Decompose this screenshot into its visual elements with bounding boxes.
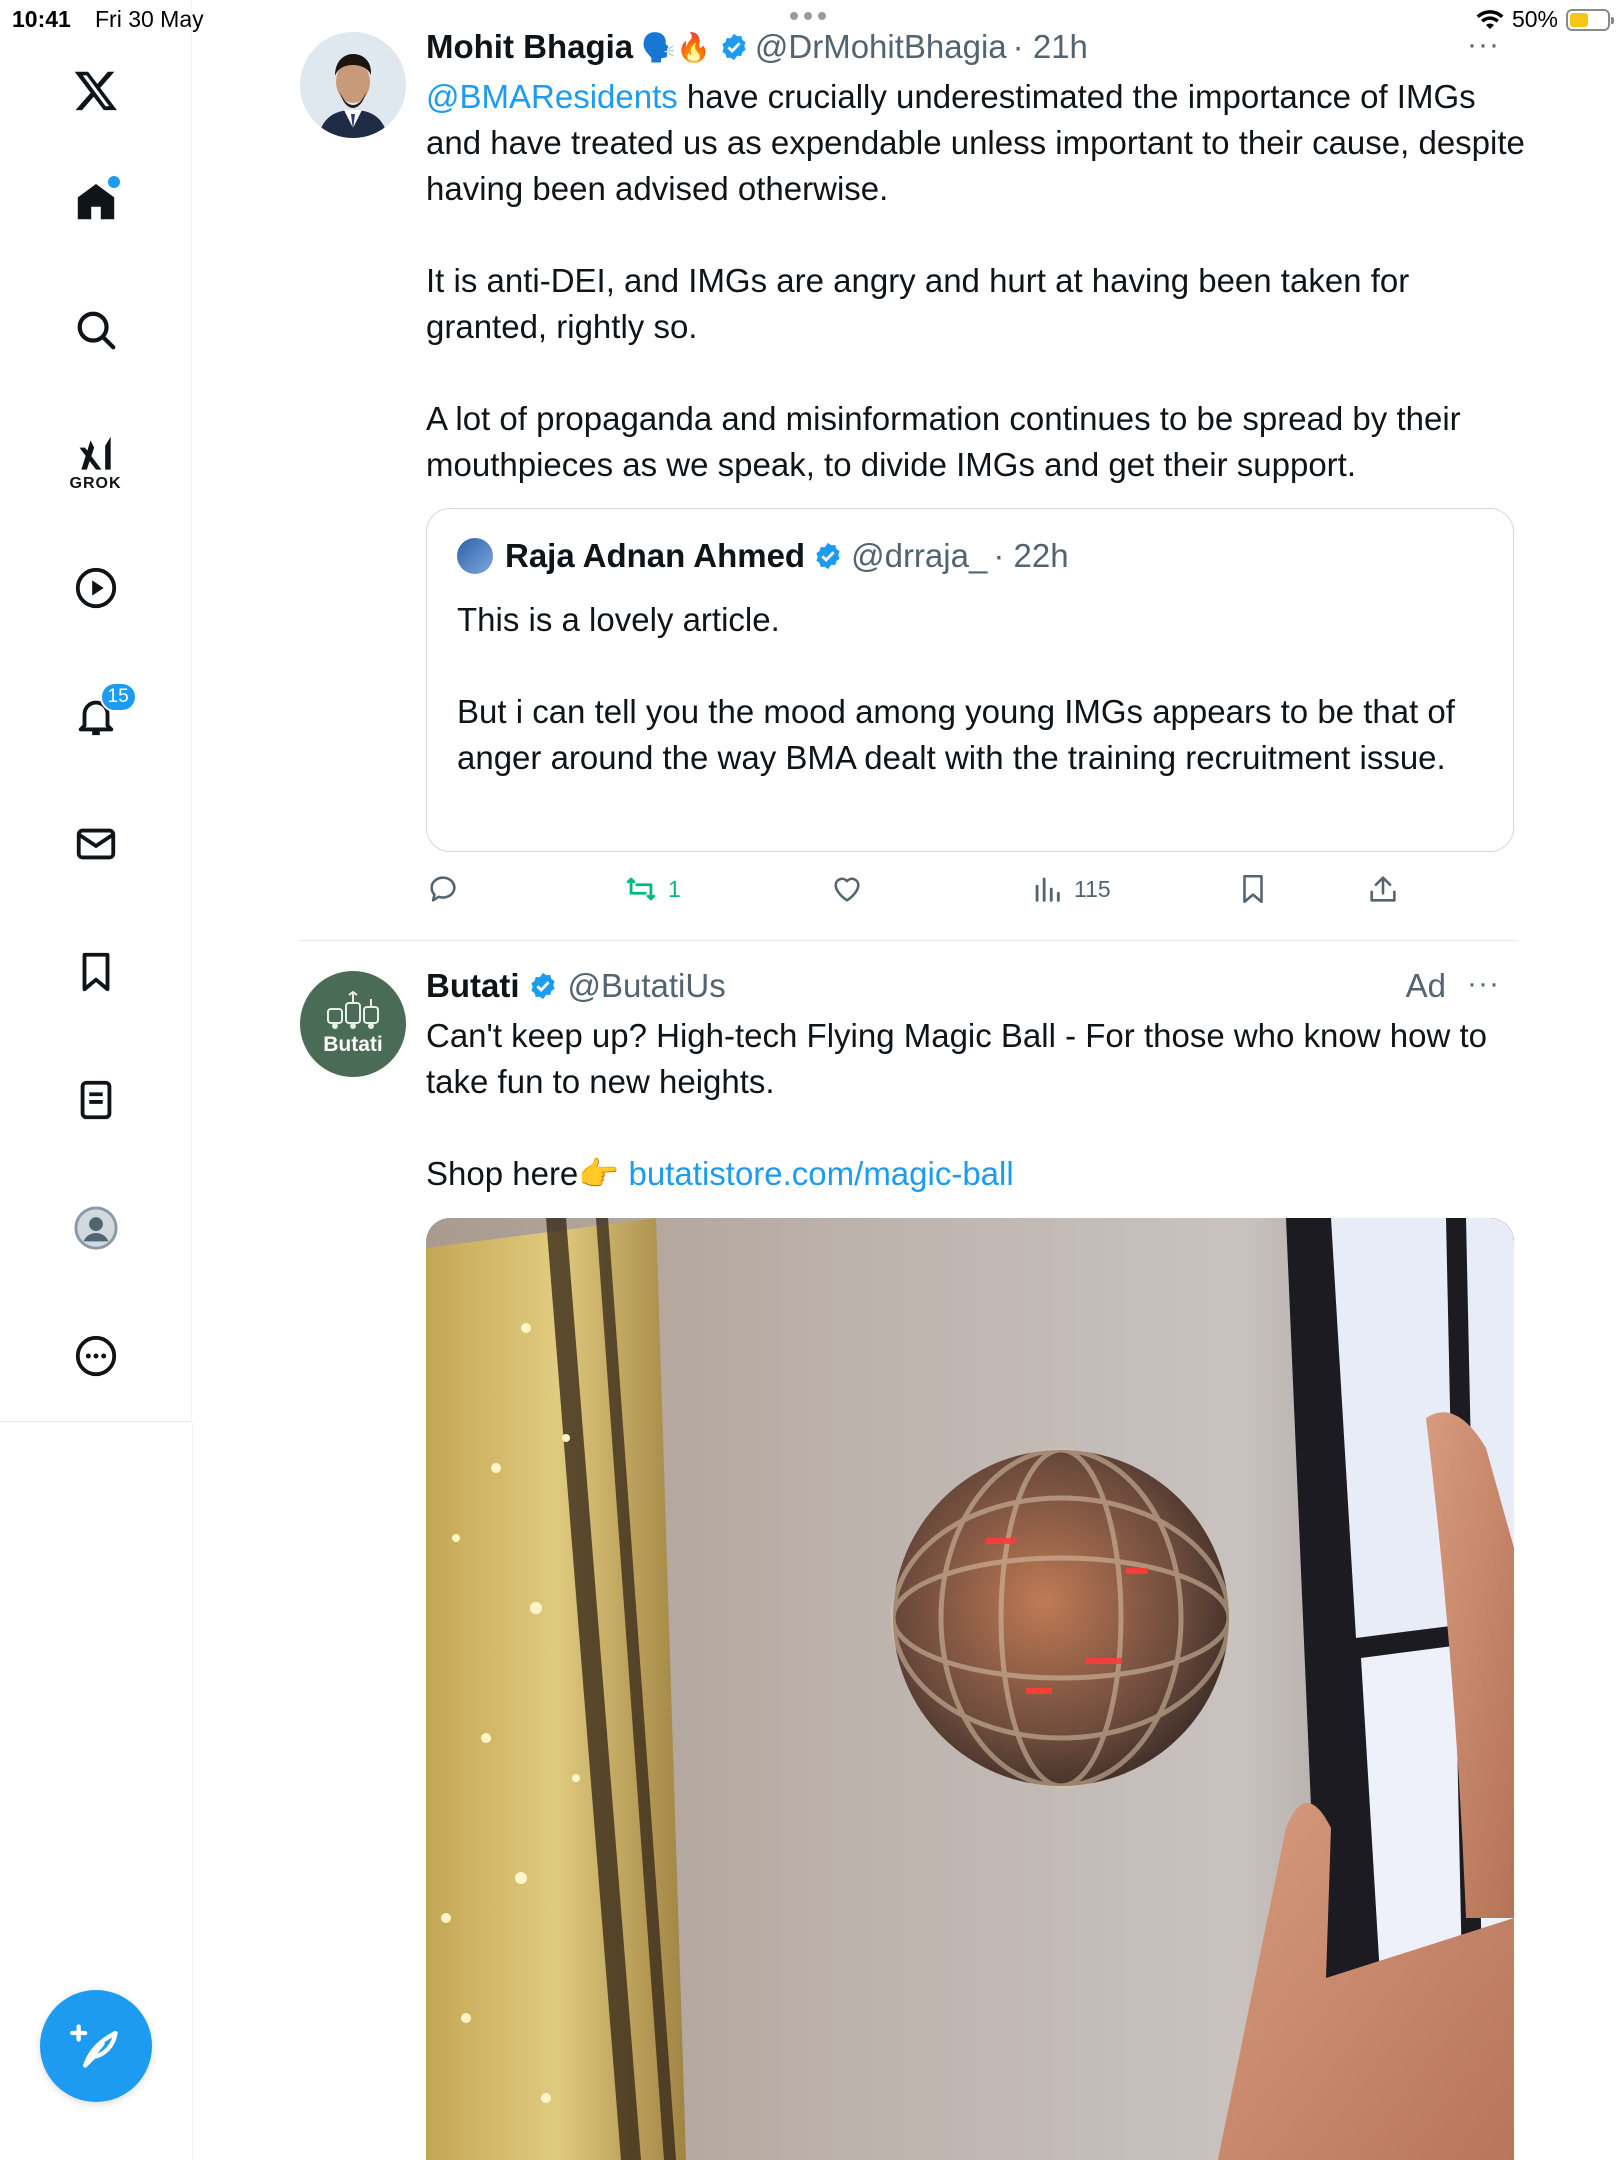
ad-label: Ad (1405, 967, 1446, 1004)
video-frame (426, 1218, 1514, 2160)
compose-post-button[interactable] (40, 1990, 152, 2102)
mail-icon (76, 828, 115, 860)
sidebar-item-video[interactable] (64, 556, 128, 620)
share-button[interactable] (1366, 872, 1400, 906)
x-logo-icon[interactable] (64, 58, 128, 122)
post-header: Butati @ButatiUs (426, 967, 726, 1005)
shop-link[interactable]: butatistore.com/magic-ball (629, 1155, 1014, 1192)
list-icon (80, 1080, 111, 1120)
quote-text: This is a lovely article. But i can tell… (457, 601, 1455, 776)
shop-line: Shop here👉 butatistore.com/magic-ball (426, 1151, 1526, 1197)
author-handle[interactable]: @DrMohitBhagia (755, 28, 1007, 66)
sidebar-item-search[interactable] (64, 298, 128, 362)
author-handle[interactable]: @ButatiUs (568, 967, 726, 1005)
sidebar-item-grok[interactable]: GROK (64, 420, 128, 506)
post-text: @BMAResidents have crucially underestima… (426, 74, 1526, 212)
search-icon (77, 311, 115, 350)
author-name[interactable]: Mohit Bhagia (426, 28, 633, 66)
post-text: Can't keep up? High-tech Flying Magic Ba… (426, 1017, 1487, 1100)
mention-link[interactable]: @BMAResidents (426, 78, 678, 115)
author-emoji: 🗣️🔥 (641, 31, 711, 63)
sidebar-item-bookmarks[interactable] (64, 940, 128, 1004)
sidebar-item-lists[interactable] (64, 1068, 128, 1132)
ad-video[interactable] (426, 1218, 1514, 2160)
repost-count: 1 (668, 875, 681, 902)
post-header: Mohit Bhagia 🗣️🔥 @DrMohitBhagia · 21h (426, 28, 1088, 66)
author-name[interactable]: Butati (426, 967, 520, 1005)
reply-icon (430, 876, 456, 902)
bookmark-button[interactable] (1236, 872, 1270, 906)
quoted-post[interactable]: Raja Adnan Ahmed @drraja_ · 22h This is … (426, 508, 1514, 852)
views-button[interactable]: 115 (1030, 872, 1111, 906)
heart-icon (834, 877, 860, 902)
post-more-button[interactable]: ··· (1467, 28, 1500, 62)
grok-icon (79, 436, 111, 470)
views-chart-icon (1035, 877, 1060, 902)
post-paragraph-3: A lot of propaganda and misinformation c… (426, 400, 1461, 483)
bookmark-icon (82, 952, 109, 992)
quote-author-name: Raja Adnan Ahmed (505, 537, 806, 574)
sidebar-item-profile[interactable] (64, 1196, 128, 1260)
quote-author-handle: @drraja_ (851, 537, 988, 574)
views-count: 115 (1074, 875, 1111, 902)
battery-icon (1566, 8, 1614, 31)
butati-logo-icon (327, 991, 379, 1029)
bookmark-icon (1243, 874, 1263, 904)
more-circle-icon (75, 1335, 116, 1377)
like-button[interactable] (830, 872, 864, 906)
avatar[interactable]: Butati (300, 971, 406, 1077)
repost-button[interactable]: 1 (624, 872, 681, 906)
quote-header: Raja Adnan Ahmed @drraja_ · 22h (457, 537, 1069, 575)
verified-badge-icon (530, 972, 555, 1000)
post-time[interactable]: · 21h (1013, 28, 1088, 66)
compose-feather-icon (70, 2024, 118, 2068)
sidebar-nav: GROK 15 (0, 0, 192, 1422)
post-actions: 1 115 (426, 872, 1426, 912)
verified-badge-icon (722, 33, 746, 61)
home-unread-dot (107, 176, 120, 188)
sidebar-border (192, 1422, 193, 2160)
shop-text: Shop here👉 (426, 1155, 629, 1192)
verified-badge-icon (816, 542, 840, 570)
repost-icon (626, 877, 656, 901)
quote-avatar[interactable] (457, 538, 493, 574)
avatar[interactable] (300, 32, 406, 138)
sidebar-item-notifications[interactable]: 15 (64, 682, 137, 748)
post-mohit-bhagia[interactable]: Mohit Bhagia 🗣️🔥 @DrMohitBhagia · 21h ··… (300, 0, 1525, 940)
sidebar-item-more[interactable] (64, 1324, 128, 1388)
quote-time: · 22h (993, 537, 1069, 574)
post-more-button[interactable]: ··· (1467, 967, 1500, 1001)
notifications-badge: 15 (99, 682, 137, 712)
avatar-text: Butati (323, 1033, 383, 1056)
share-icon (1370, 876, 1396, 902)
sidebar-item-home[interactable] (64, 170, 128, 234)
grok-label: GROK (69, 475, 122, 492)
play-icon (75, 567, 116, 609)
reply-button[interactable] (426, 872, 460, 906)
sidebar-item-messages[interactable] (64, 812, 128, 876)
post-paragraph-2: It is anti-DEI, and IMGs are angry and h… (426, 262, 1410, 345)
profile-avatar-icon (73, 1206, 118, 1250)
